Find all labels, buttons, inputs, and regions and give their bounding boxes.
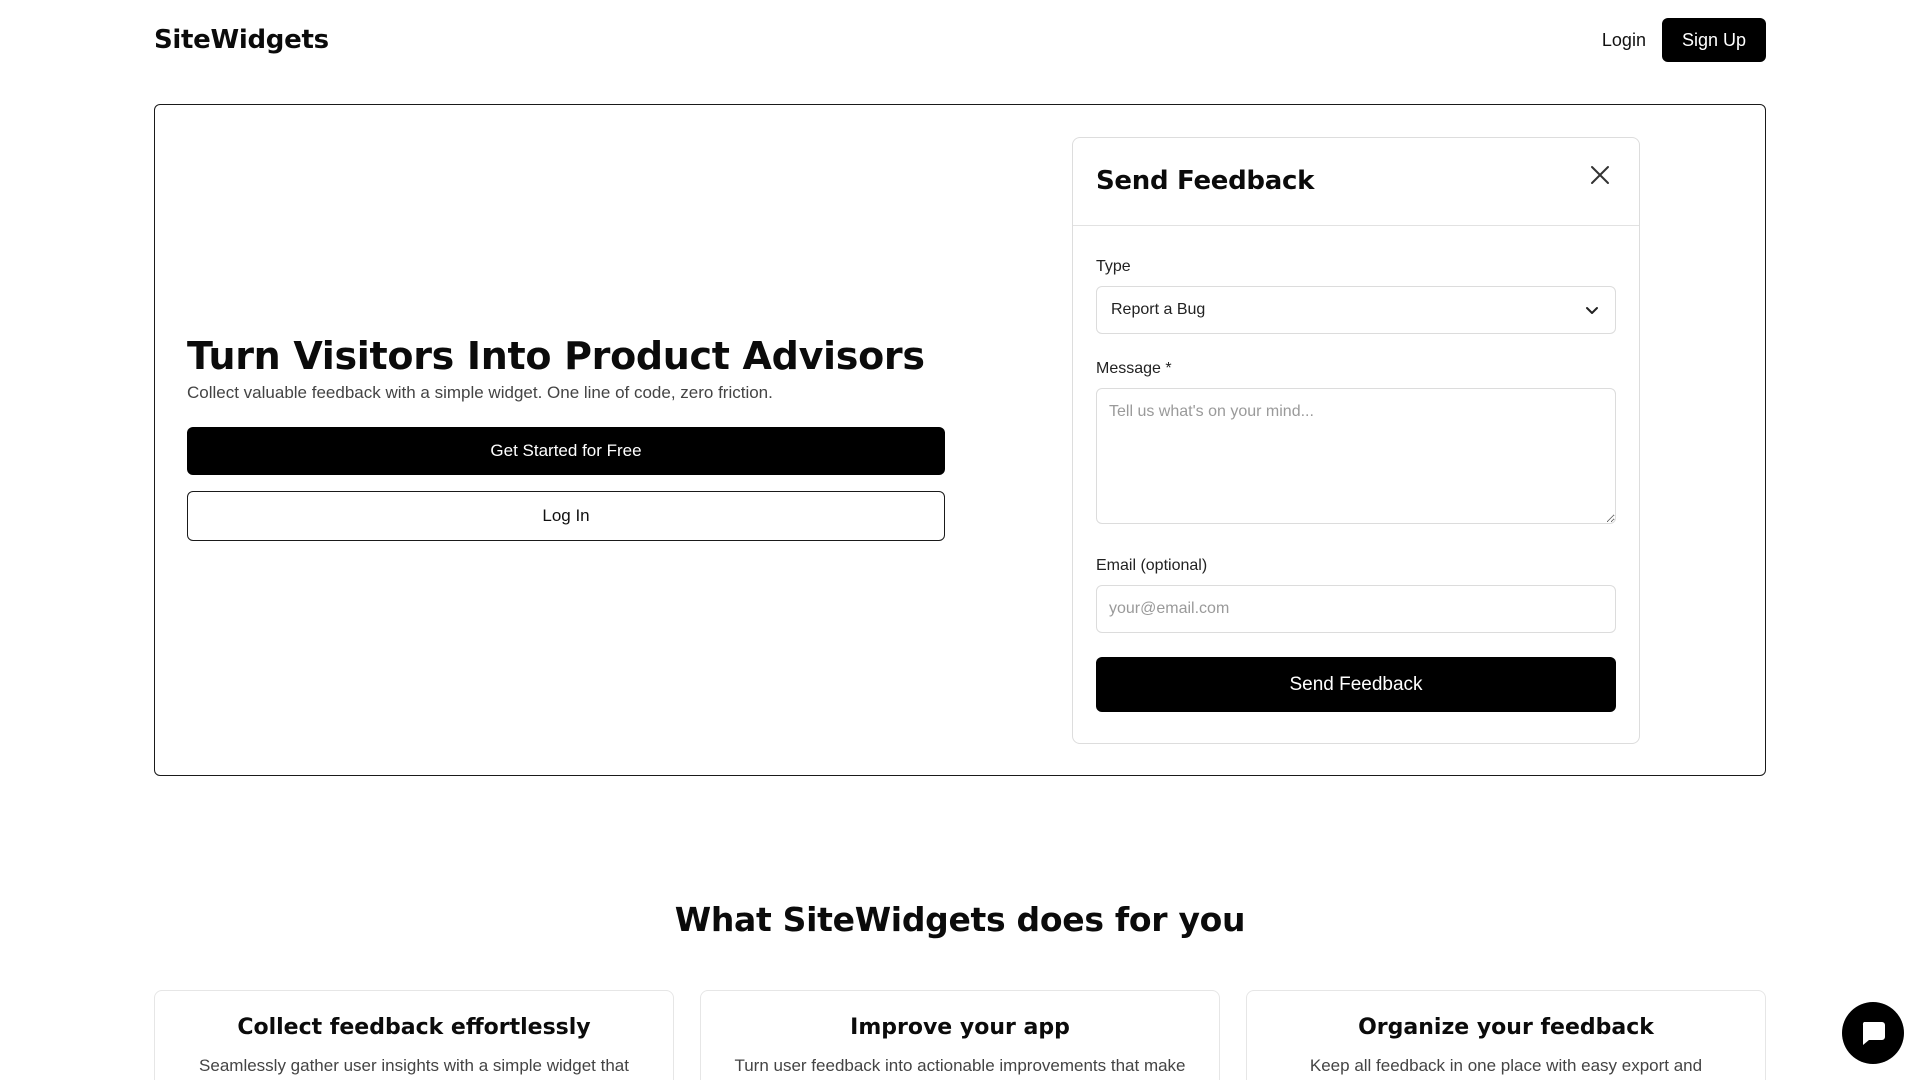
email-input[interactable] <box>1096 585 1616 633</box>
close-icon <box>1591 166 1609 184</box>
top-nav: Login Sign Up <box>1602 18 1766 62</box>
feedback-widget: Send Feedback Type Report a Bug Message … <box>1072 137 1640 744</box>
feature-card-desc: Turn user feedback into actionable impro… <box>734 1056 1186 1075</box>
email-label: Email (optional) <box>1096 557 1208 574</box>
type-select-value: Report a Bug <box>1111 301 1206 318</box>
signup-button[interactable]: Sign Up <box>1661 18 1766 62</box>
chevron-down-icon <box>1586 307 1598 314</box>
hero-content: Turn Visitors Into Product Advisors Coll… <box>187 333 945 541</box>
login-link[interactable]: Login <box>1602 30 1646 51</box>
feature-cards: Collect feedback effortlessly Seamlessly… <box>154 990 1766 1080</box>
widget-title: Send Feedback <box>1096 166 1315 196</box>
feature-card-desc: Keep all feedback in one place with easy… <box>1309 1056 1703 1075</box>
widget-header: Send Feedback <box>1073 138 1639 226</box>
message-label: Message * <box>1096 360 1172 377</box>
feature-card-title: Improve your app <box>850 1015 1070 1040</box>
type-select[interactable]: Report a Bug <box>1096 286 1616 334</box>
message-textarea[interactable] <box>1096 388 1616 524</box>
hero-section: Turn Visitors Into Product Advisors Coll… <box>154 104 1766 776</box>
feature-card: Collect feedback effortlessly Seamlessly… <box>154 990 674 1080</box>
feature-card-desc: Seamlessly gather user insights with a s… <box>199 1056 629 1075</box>
brand-logo[interactable]: SiteWidgets <box>154 25 329 55</box>
widget-form: Type Report a Bug Message * Email (optio… <box>1073 258 1639 712</box>
hero-title: Turn Visitors Into Product Advisors <box>187 334 925 378</box>
chat-bubble-icon <box>1862 1022 1885 1045</box>
chat-launcher-button[interactable] <box>1842 1002 1904 1064</box>
log-in-button[interactable]: Log In <box>187 491 945 541</box>
feature-card: Organize your feedback Keep all feedback… <box>1246 990 1766 1080</box>
type-label: Type <box>1096 258 1131 275</box>
hero-subtitle: Collect valuable feedback with a simple … <box>187 383 773 402</box>
close-button[interactable] <box>1587 162 1613 188</box>
feature-card-title: Organize your feedback <box>1358 1015 1654 1040</box>
feature-card: Improve your app Turn user feedback into… <box>700 990 1220 1080</box>
get-started-button[interactable]: Get Started for Free <box>187 427 945 475</box>
features-title: What SiteWidgets does for you <box>674 900 1246 939</box>
site-header: SiteWidgets Login Sign Up <box>154 18 1766 62</box>
feature-card-title: Collect feedback effortlessly <box>237 1015 591 1040</box>
send-feedback-button[interactable]: Send Feedback <box>1096 657 1616 712</box>
